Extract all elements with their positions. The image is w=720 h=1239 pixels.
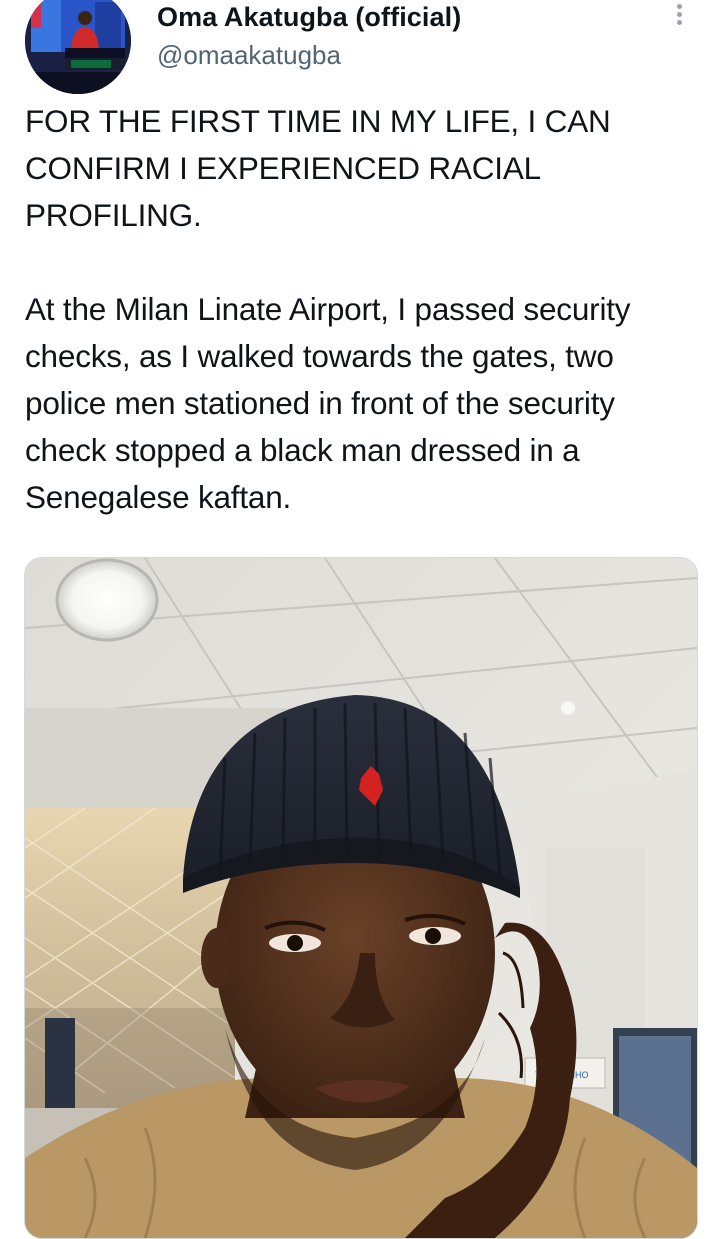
tweet-paragraph-1: FOR THE FIRST TIME IN MY LIFE, I CAN CON…	[25, 103, 611, 233]
tweet-paragraph-2: At the Milan Linate Airport, I passed se…	[25, 291, 631, 515]
author-avatar[interactable]	[25, 0, 131, 94]
more-vertical-icon[interactable]	[666, 0, 694, 34]
tweet: Oma Akatugba (official) @omaakatugba FOR…	[0, 0, 720, 1239]
more-dot	[677, 4, 682, 9]
tweet-text: FOR THE FIRST TIME IN MY LIFE, I CAN CON…	[25, 98, 700, 521]
author-handle[interactable]: @omaakatugba	[157, 40, 341, 71]
tweet-photo[interactable]: TEMAKINHO	[24, 557, 698, 1239]
more-dot	[677, 12, 682, 17]
author-display-name[interactable]: Oma Akatugba (official)	[157, 2, 461, 33]
selfie-photo-image: TEMAKINHO	[25, 558, 697, 1238]
avatar-image	[25, 0, 131, 94]
more-dot	[677, 20, 682, 25]
